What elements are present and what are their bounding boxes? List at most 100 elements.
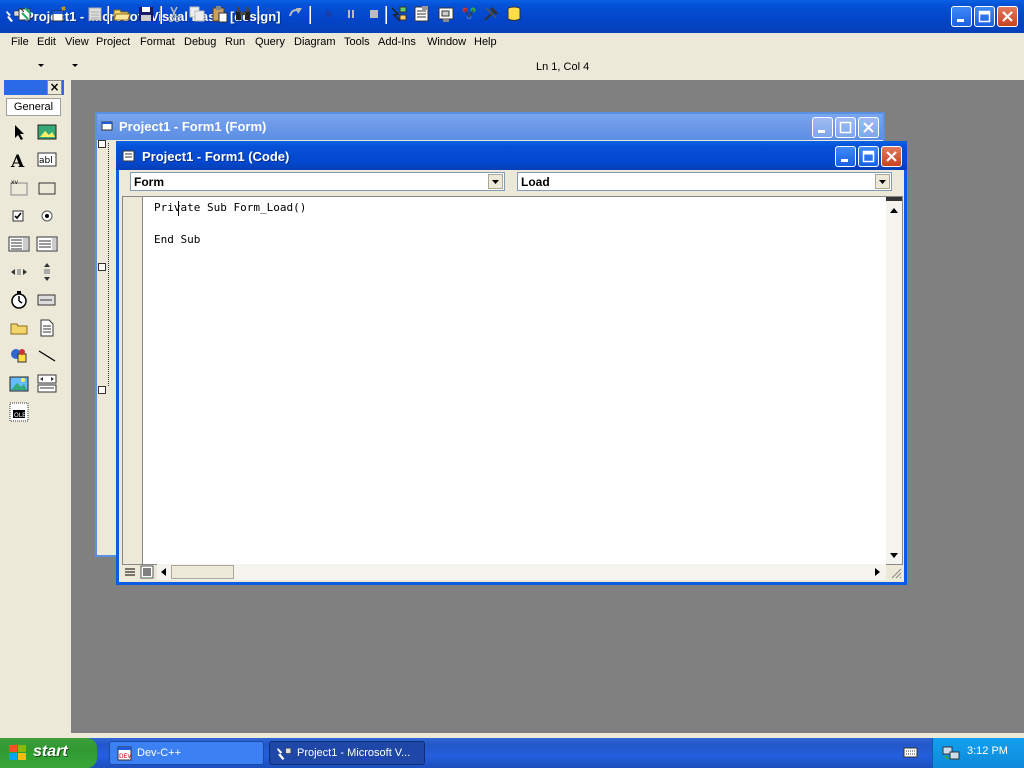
toolbox-general-tab[interactable]: General bbox=[6, 98, 61, 116]
data-view-icon[interactable] bbox=[505, 5, 523, 23]
add-form-icon[interactable] bbox=[50, 5, 68, 23]
redo-icon[interactable] bbox=[286, 5, 304, 23]
dirlistbox-tool-icon[interactable] bbox=[8, 317, 30, 339]
split-bar[interactable] bbox=[886, 197, 902, 201]
task-label: Project1 - Microsoft V... bbox=[297, 747, 411, 759]
menu-window[interactable]: Window bbox=[427, 36, 466, 48]
network-icon[interactable] bbox=[942, 744, 960, 761]
copy-icon[interactable] bbox=[188, 5, 206, 23]
hscrollbar-tool-icon[interactable] bbox=[8, 261, 30, 283]
menu-file[interactable]: File bbox=[11, 36, 29, 48]
pointer-tool-icon[interactable] bbox=[8, 121, 30, 143]
resize-handle[interactable] bbox=[98, 263, 106, 271]
dropdown-arrow-icon[interactable] bbox=[38, 63, 44, 69]
project-explorer-icon[interactable] bbox=[390, 5, 408, 23]
code-minimize-button[interactable] bbox=[835, 146, 856, 167]
ole-tool-icon[interactable]: OLE bbox=[8, 401, 30, 423]
add-project-icon[interactable] bbox=[17, 5, 35, 23]
code-close-button[interactable] bbox=[881, 146, 902, 167]
shape-tool-icon[interactable] bbox=[8, 345, 30, 367]
code-editor[interactable] bbox=[122, 196, 903, 565]
menu-run[interactable]: Run bbox=[225, 36, 245, 48]
menu-tools[interactable]: Tools bbox=[344, 36, 370, 48]
minimize-icon bbox=[841, 159, 848, 162]
checkbox-tool-icon[interactable] bbox=[8, 205, 30, 227]
code-maximize-button[interactable] bbox=[858, 146, 879, 167]
vscrollbar-tool-icon[interactable] bbox=[36, 261, 58, 283]
horizontal-scrollbar[interactable] bbox=[157, 564, 886, 580]
code-line[interactable]: Private Sub Form_Load() bbox=[154, 201, 306, 214]
horizontal-scroll-thumb[interactable] bbox=[171, 565, 234, 579]
scroll-up-icon[interactable] bbox=[890, 207, 898, 215]
menu-query[interactable]: Query bbox=[255, 36, 285, 48]
procedure-combobox[interactable]: Load bbox=[517, 172, 892, 191]
textbox-tool-icon[interactable]: abl bbox=[36, 149, 58, 171]
scroll-down-icon[interactable] bbox=[890, 551, 898, 559]
commandbutton-tool-icon[interactable] bbox=[36, 177, 58, 199]
menu-view[interactable]: View bbox=[65, 36, 89, 48]
paste-icon[interactable] bbox=[211, 5, 229, 23]
label-tool-icon[interactable]: A bbox=[8, 149, 30, 171]
menu-debug[interactable]: Debug bbox=[184, 36, 216, 48]
start-button[interactable]: start bbox=[0, 738, 97, 768]
minimize-button[interactable] bbox=[951, 6, 972, 27]
menu-editor-icon[interactable] bbox=[86, 5, 104, 23]
procedure-view-icon[interactable] bbox=[123, 565, 137, 579]
form-window-title-bar[interactable]: Project1 - Form1 (Form) bbox=[97, 114, 883, 140]
menu-add-ins[interactable]: Add-Ins bbox=[378, 36, 416, 48]
form-layout-icon[interactable] bbox=[437, 5, 455, 23]
end-stop-icon[interactable] bbox=[365, 5, 383, 23]
resize-handle[interactable] bbox=[98, 140, 106, 148]
menu-project[interactable]: Project bbox=[96, 36, 130, 48]
timer-tool-icon[interactable] bbox=[8, 289, 30, 311]
frame-tool-icon[interactable]: xv bbox=[8, 177, 30, 199]
scroll-right-icon[interactable] bbox=[873, 568, 881, 576]
full-module-view-icon[interactable] bbox=[140, 565, 154, 579]
undo-icon[interactable] bbox=[263, 5, 281, 23]
code-window-title-bar[interactable]: Project1 - Form1 (Code) bbox=[116, 141, 907, 170]
object-combobox[interactable]: Form bbox=[130, 172, 505, 191]
cut-icon[interactable] bbox=[165, 5, 183, 23]
vertical-scrollbar[interactable] bbox=[886, 197, 902, 564]
filelistbox-tool-icon[interactable] bbox=[36, 317, 58, 339]
data-tool-icon[interactable] bbox=[36, 373, 58, 395]
form-minimize-button[interactable] bbox=[812, 117, 833, 138]
menu-diagram[interactable]: Diagram bbox=[294, 36, 336, 48]
menu-format[interactable]: Format bbox=[140, 36, 175, 48]
chevron-down-icon bbox=[879, 180, 886, 184]
form-maximize-button[interactable] bbox=[835, 117, 856, 138]
maximize-button[interactable] bbox=[974, 6, 995, 27]
listbox-tool-icon[interactable] bbox=[36, 233, 58, 255]
properties-window-icon[interactable] bbox=[413, 5, 431, 23]
image-tool-icon[interactable] bbox=[8, 373, 30, 395]
task-dev-cpp[interactable]: DEV Dev-C++ bbox=[109, 741, 264, 765]
picturebox-tool-icon[interactable] bbox=[36, 121, 58, 143]
dropdown-arrow-icon[interactable] bbox=[72, 63, 78, 69]
scroll-left-icon[interactable] bbox=[160, 568, 168, 576]
optionbutton-tool-icon[interactable] bbox=[36, 205, 58, 227]
start-run-icon[interactable] bbox=[320, 5, 338, 23]
drivelistbox-tool-icon[interactable] bbox=[36, 289, 58, 311]
find-binoculars-icon[interactable] bbox=[234, 5, 252, 23]
keyboard-icon[interactable] bbox=[903, 746, 918, 759]
task-visual-basic[interactable]: Project1 - Microsoft V... bbox=[269, 741, 425, 765]
toolbox-close-button[interactable]: × bbox=[47, 80, 62, 95]
object-combobox-dropdown[interactable] bbox=[488, 174, 503, 189]
combobox-tool-icon[interactable] bbox=[8, 233, 30, 255]
procedure-combobox-dropdown[interactable] bbox=[875, 174, 890, 189]
code-line[interactable]: End Sub bbox=[154, 233, 200, 246]
save-icon[interactable] bbox=[137, 5, 155, 23]
margin-indicator-bar[interactable] bbox=[123, 197, 143, 564]
object-browser-icon[interactable] bbox=[460, 5, 478, 23]
clock[interactable]: 3:12 PM bbox=[967, 745, 1008, 757]
menu-help[interactable]: Help bbox=[474, 36, 497, 48]
close-button[interactable] bbox=[997, 6, 1018, 27]
open-folder-icon[interactable] bbox=[113, 5, 131, 23]
break-pause-icon[interactable] bbox=[342, 5, 360, 23]
size-grip-icon[interactable] bbox=[889, 566, 902, 579]
menu-edit[interactable]: Edit bbox=[37, 36, 56, 48]
line-tool-icon[interactable] bbox=[36, 345, 58, 367]
toolbox-icon[interactable] bbox=[482, 5, 500, 23]
form-close-button[interactable] bbox=[858, 117, 879, 138]
resize-handle[interactable] bbox=[98, 386, 106, 394]
